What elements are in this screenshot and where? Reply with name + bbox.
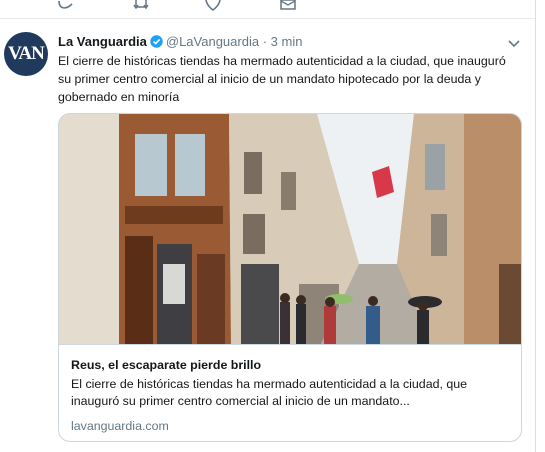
dm-icon[interactable] xyxy=(280,0,296,12)
card-domain[interactable]: lavanguardia.com xyxy=(71,418,169,435)
timeline-border xyxy=(535,0,536,452)
tweet-divider xyxy=(0,18,535,19)
separator-dot: · xyxy=(262,34,268,49)
tweet-header: La Vanguardia @LaVanguardia · 3 min xyxy=(58,33,302,51)
timestamp[interactable]: 3 min xyxy=(271,34,303,49)
chevron-down-icon[interactable] xyxy=(508,35,520,53)
reply-icon[interactable] xyxy=(58,0,74,12)
tweet-page: VAN La Vanguardia @LaVanguardia · 3 min E… xyxy=(0,0,545,452)
like-icon[interactable] xyxy=(205,0,221,12)
avatar-logo: VAN xyxy=(8,43,45,64)
author-handle[interactable]: @LaVanguardia xyxy=(166,34,259,49)
card-description: El cierre de históricas tiendas ha merma… xyxy=(71,377,468,408)
card-image[interactable] xyxy=(59,114,521,344)
card-title[interactable]: Reus, el escaparate pierde brillo xyxy=(71,357,261,374)
verified-icon xyxy=(150,35,163,53)
avatar[interactable]: VAN xyxy=(4,32,48,76)
previous-tweet-actions xyxy=(0,0,535,16)
card-body[interactable]: Reus, el escaparate pierde brillo El cie… xyxy=(59,344,521,441)
link-card[interactable]: Reus, el escaparate pierde brillo El cie… xyxy=(58,113,522,442)
author-name[interactable]: La Vanguardia xyxy=(58,34,147,49)
tweet-text: El cierre de históricas tiendas ha merma… xyxy=(58,54,506,104)
retweet-icon[interactable] xyxy=(133,0,151,12)
